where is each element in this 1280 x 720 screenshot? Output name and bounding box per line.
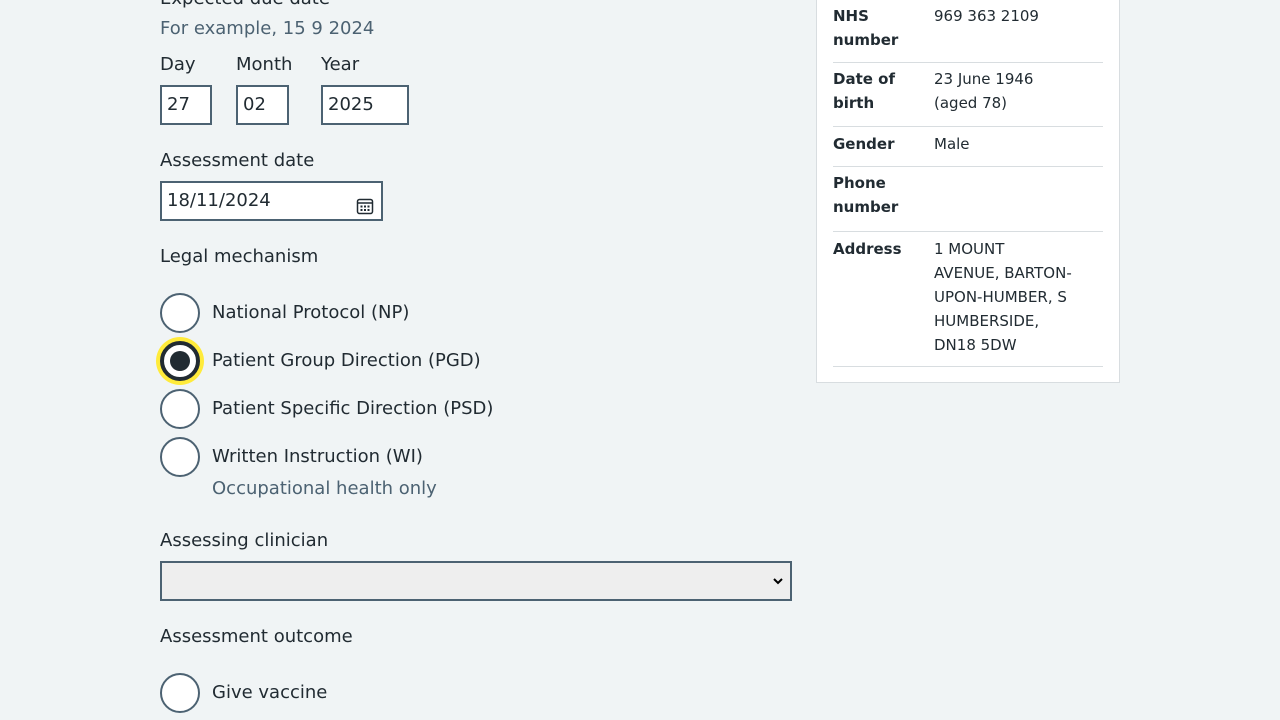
patient-row-date-of-birth: Date of birth 23 June 1946 (aged 78) — [833, 62, 1103, 127]
phone-number-key: Phone number — [833, 174, 899, 216]
radio-label-patient-specific-direction: Patient Specific Direction (PSD) — [212, 398, 494, 419]
assessment-outcome-label: Assessment outcome — [160, 626, 353, 647]
gender-key: Gender — [833, 135, 895, 153]
legal-mechanism-label: Legal mechanism — [160, 246, 319, 267]
assessment-date-input[interactable]: 18/11/2024 — [160, 181, 383, 221]
month-input[interactable]: 02 — [236, 85, 289, 125]
calendar-icon[interactable] — [356, 192, 374, 215]
radio-label-give-vaccine: Give vaccine — [212, 682, 328, 703]
month-label: Month — [236, 54, 293, 75]
year-input[interactable]: 2025 — [321, 85, 409, 125]
radio-patient-specific-direction[interactable] — [160, 389, 200, 429]
radio-give-vaccine[interactable] — [160, 673, 200, 713]
radio-written-instruction[interactable] — [160, 437, 200, 477]
nhs-number-value: 969 363 2109 — [934, 7, 1039, 25]
day-input[interactable]: 27 — [160, 85, 212, 125]
due-date-hint: For example, 15 9 2024 — [160, 18, 375, 39]
gender-value: Male — [934, 135, 970, 153]
assessing-clinician-select[interactable] — [160, 561, 792, 601]
radio-label-national-protocol: National Protocol (NP) — [212, 302, 410, 323]
radio-label-written-instruction: Written Instruction (WI) — [212, 446, 423, 467]
patient-row-nhs-number: NHS number 969 363 2109 — [833, 0, 1103, 63]
patient-row-address: Address 1 MOUNT AVENUE, BARTON- UPON-HUM… — [833, 231, 1103, 367]
due-date-heading: Expected due date — [160, 0, 330, 9]
assessing-clinician-label: Assessing clinician — [160, 530, 329, 551]
assessment-date-value: 18/11/2024 — [167, 190, 271, 211]
date-of-birth-value: 23 June 1946 (aged 78) — [934, 70, 1034, 112]
date-of-birth-key: Date of birth — [833, 70, 895, 112]
written-instruction-hint: Occupational health only — [212, 478, 437, 499]
patient-row-gender: Gender Male — [833, 126, 1103, 167]
patient-row-phone-number: Phone number — [833, 166, 1103, 232]
assessment-date-label: Assessment date — [160, 150, 315, 171]
address-key: Address — [833, 240, 902, 258]
nhs-number-key: NHS number — [833, 7, 899, 49]
radio-patient-group-direction[interactable] — [160, 341, 200, 381]
address-value: 1 MOUNT AVENUE, BARTON- UPON-HUMBER, S H… — [934, 240, 1072, 354]
radio-national-protocol[interactable] — [160, 293, 200, 333]
radio-selected-dot — [170, 351, 190, 371]
year-label: Year — [321, 54, 360, 75]
patient-details-panel: NHS number 969 363 2109 Date of birth 23 J… — [816, 0, 1120, 383]
chevron-down-icon — [772, 572, 784, 585]
day-label: Day — [160, 54, 196, 75]
radio-label-patient-group-direction: Patient Group Direction (PGD) — [212, 350, 481, 371]
